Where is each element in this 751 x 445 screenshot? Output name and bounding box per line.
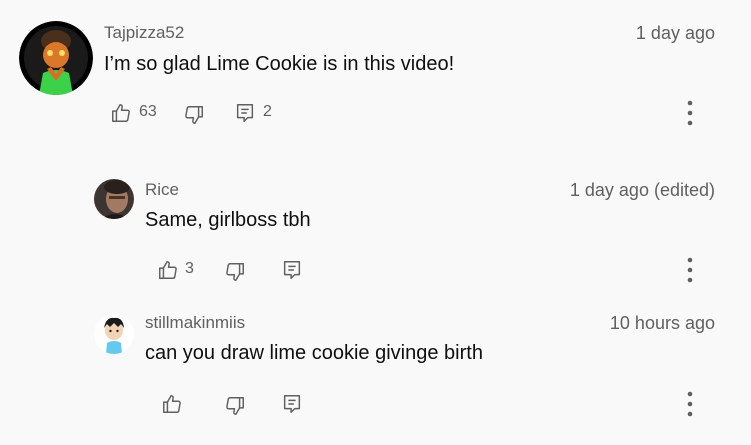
reply-button[interactable] [281,393,303,415]
comment-text: can you draw lime cookie givinge birth [145,342,483,364]
dislike-button[interactable] [224,395,246,417]
thumb-up-icon [163,395,181,413]
comment-timestamp[interactable]: 10 hours ago [610,313,715,334]
reply-comment-icon [283,395,301,413]
avatar[interactable] [94,314,134,354]
vertical-dots-icon [687,391,693,417]
more-options-button[interactable] [678,390,702,418]
comment-author[interactable]: stillmakinmiis [145,313,245,333]
comment-thread: Tajpizza52 1 day ago I’m so glad Lime Co… [0,0,751,445]
thumb-down-icon [226,397,244,415]
comment-reply: stillmakinmiis 10 hours ago can you draw… [0,0,751,445]
like-button[interactable] [161,393,183,415]
comment-actions [161,393,321,417]
